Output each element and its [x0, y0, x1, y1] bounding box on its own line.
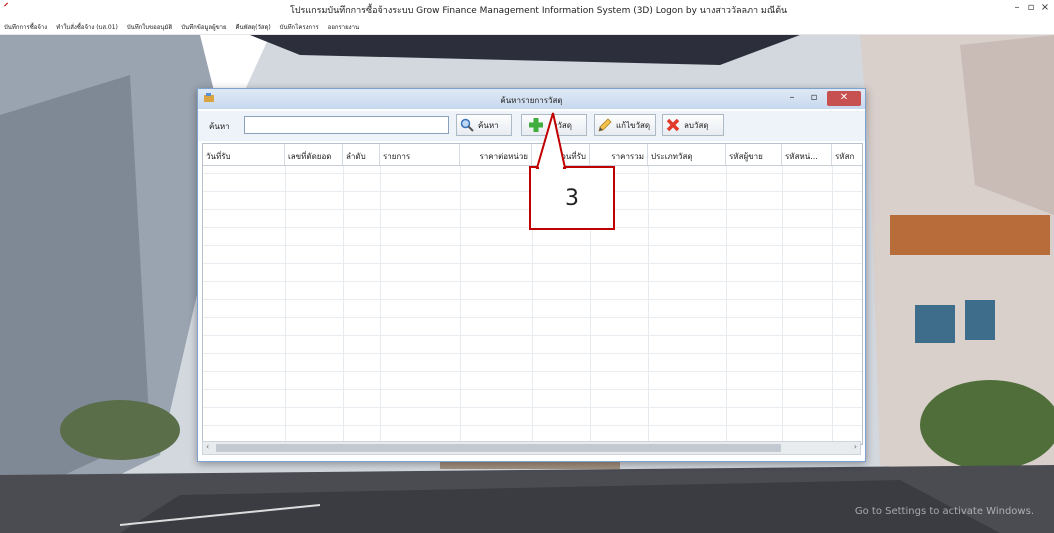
app-title-bar: ᐟ โปรแกรมบันทึกการซื้อจ้างระบบ Grow Fina…: [0, 0, 1054, 18]
menu-project-record[interactable]: บันทึกโครงการ: [276, 18, 322, 32]
minimize-button[interactable]: –: [1010, 2, 1024, 13]
close-button[interactable]: ×: [1038, 2, 1052, 13]
menu-purchase-order[interactable]: ทำใบสั่งซื้อจ้าง (บส.01): [52, 18, 121, 32]
delete-material-label: ลบวัสดุ: [684, 120, 709, 130]
scroll-left-arrow-icon[interactable]: ‹: [206, 442, 209, 451]
activation-watermark: Go to Settings to activate Windows.: [854, 506, 1034, 517]
app-logo-icon: ᐟ: [4, 2, 9, 13]
search-input[interactable]: [244, 116, 449, 134]
col-sequence[interactable]: ลำดับ: [343, 144, 380, 165]
material-search-dialog: ค้นหารายการวัสดุ – ▫ ✕ ค้นหา ค้นหา รับวั…: [197, 88, 866, 462]
scrollbar-thumb[interactable]: [216, 444, 781, 452]
menu-vendor-record[interactable]: บันทึกข้อมูลผู้ขาย: [177, 18, 229, 32]
col-code[interactable]: รหัสก: [832, 144, 862, 165]
dialog-maximize-button[interactable]: ▫: [803, 91, 825, 106]
search-button[interactable]: ค้นหา: [456, 114, 512, 136]
col-receive-date[interactable]: วันที่รับ: [203, 144, 285, 165]
add-icon: [529, 118, 543, 132]
dialog-title-bar: ค้นหารายการวัสดุ – ▫ ✕: [198, 89, 865, 109]
dialog-minimize-button[interactable]: –: [781, 91, 803, 106]
scroll-right-arrow-icon[interactable]: ›: [854, 442, 857, 451]
col-unit-price[interactable]: ราคาต่อหน่วย: [460, 144, 532, 165]
delete-x-icon: [666, 118, 680, 132]
col-item[interactable]: รายการ: [380, 144, 460, 165]
receive-material-button[interactable]: รับวัสดุ: [521, 114, 587, 136]
search-label: ค้นหา: [209, 122, 230, 131]
dialog-title: ค้นหารายการวัสดุ: [500, 96, 563, 105]
app-title: โปรแกรมบันทึกการซื้อจ้างระบบ Grow Financ…: [290, 6, 788, 16]
menu-purchase-record[interactable]: บันทึกการซื้อจ้าง: [0, 18, 50, 32]
menu-approval-record[interactable]: บันทึกใบขออนุมัติ: [123, 18, 176, 32]
menu-return-supplies[interactable]: คืนพัสดุ(วัสดุ): [232, 18, 274, 32]
restore-button[interactable]: ▫: [1024, 2, 1038, 13]
col-vendor-code[interactable]: รหัสผู้ขาย: [726, 144, 782, 165]
horizontal-scrollbar[interactable]: ‹ ›: [202, 441, 861, 455]
menu-bar: บันทึกการซื้อจ้าง ทำใบสั่งซื้อจ้าง (บส.0…: [0, 18, 1054, 35]
col-cut-number[interactable]: เลขที่ตัดยอด: [285, 144, 343, 165]
col-total-price[interactable]: ราคารวม: [590, 144, 648, 165]
pencil-icon: [598, 118, 612, 132]
dialog-toolbar: ค้นหา ค้นหา รับวัสดุ แก้ไขวัสดุ ลบวัสดุ: [198, 111, 865, 141]
magnifier-icon: [460, 118, 474, 132]
col-material-type[interactable]: ประเภทวัสดุ: [648, 144, 726, 165]
search-button-label: ค้นหา: [478, 120, 499, 130]
dialog-close-button[interactable]: ✕: [827, 91, 861, 106]
receive-material-label: รับวัสดุ: [548, 120, 572, 130]
table-header: วันที่รับ เลขที่ตัดยอด ลำดับ รายการ ราคา…: [203, 144, 862, 166]
edit-material-button[interactable]: แก้ไขวัสดุ: [594, 114, 656, 136]
callout-step-number: 3: [565, 186, 579, 211]
col-qty-received[interactable]: จำนวนที่รับ: [532, 144, 590, 165]
menu-reports[interactable]: ออกรายงาน: [324, 18, 362, 32]
delete-material-button[interactable]: ลบวัสดุ: [662, 114, 724, 136]
edit-material-label: แก้ไขวัสดุ: [616, 120, 651, 130]
col-unit-code[interactable]: รหัสหน่...: [782, 144, 832, 165]
